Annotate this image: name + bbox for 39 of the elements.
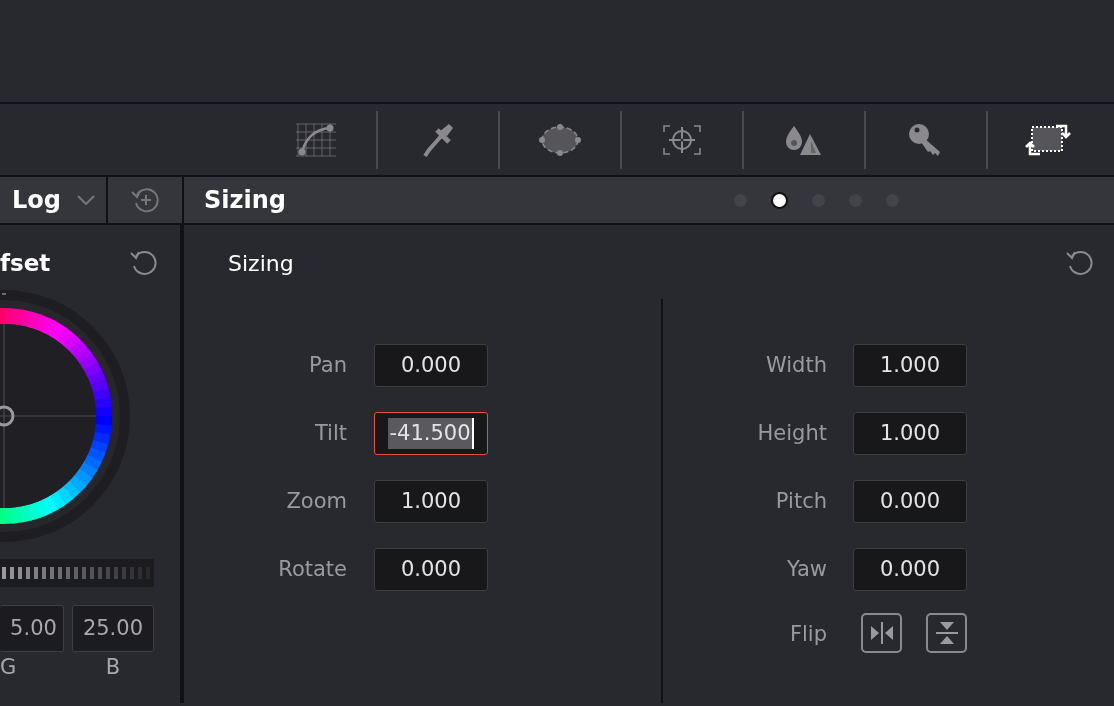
channel-label: B — [105, 654, 121, 681]
field-label: Pan — [308, 351, 347, 379]
field-label: Zoom — [285, 487, 347, 515]
value-field[interactable]: 25.00 — [71, 605, 154, 652]
field-label: Height — [756, 419, 827, 447]
flip-vertical-icon — [933, 619, 960, 647]
page-dot[interactable] — [771, 191, 788, 209]
section-title: Sizing — [228, 249, 294, 278]
crosshair-icon[interactable] — [662, 123, 702, 156]
field-label: Yaw — [786, 555, 827, 583]
panel-title: Sizing — [204, 185, 287, 216]
chevron-down-icon[interactable] — [76, 195, 95, 205]
field-label: Tilt — [313, 419, 347, 447]
number-field[interactable]: 1.000 — [853, 344, 967, 387]
number-field[interactable]: 1.000 — [374, 480, 488, 523]
channel-label: G — [0, 654, 17, 681]
value-field[interactable]: 5.00 — [0, 605, 64, 652]
field-label: Rotate — [277, 555, 347, 583]
flip-vertical-button[interactable] — [926, 613, 967, 653]
number-field[interactable]: 0.000 — [853, 548, 967, 591]
field-label: Pitch — [774, 487, 827, 515]
wheel-title: fset — [0, 248, 51, 278]
reset-add-icon[interactable] — [130, 186, 160, 214]
reset-icon[interactable] — [1064, 249, 1094, 277]
number-field[interactable]: 1.000 — [853, 412, 967, 455]
curve-grid-icon[interactable] — [294, 121, 338, 158]
ellipse-window-icon[interactable] — [538, 122, 582, 157]
number-field[interactable]: 0.000 — [374, 548, 488, 591]
jog-wheel-drawing[interactable] — [0, 559, 154, 587]
flip-horizontal-button[interactable] — [861, 613, 902, 653]
reset-icon[interactable] — [128, 249, 158, 277]
field-label: Flip — [788, 620, 827, 648]
mode-label[interactable]: Log — [12, 182, 61, 218]
resize-rotate-icon[interactable] — [1024, 122, 1072, 157]
number-field[interactable]: 0.000 — [374, 344, 488, 387]
field-label: Width — [765, 351, 827, 379]
number-field[interactable]: -41.500 — [374, 412, 488, 455]
number-field[interactable]: 0.000 — [853, 480, 967, 523]
eyedropper-icon[interactable] — [421, 121, 455, 158]
